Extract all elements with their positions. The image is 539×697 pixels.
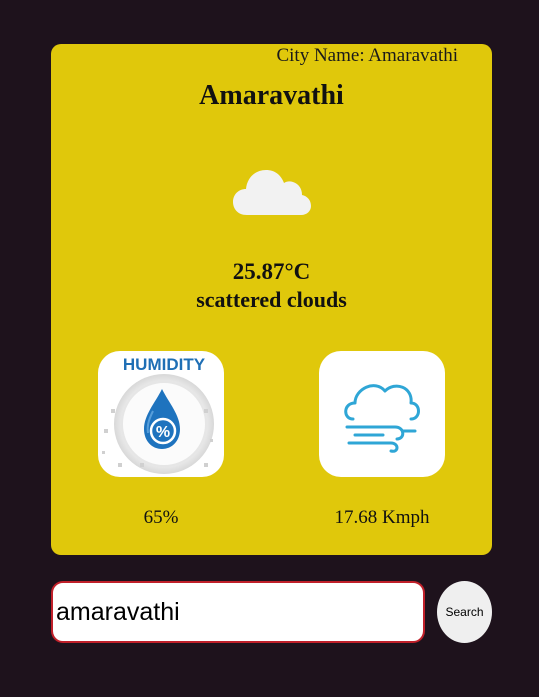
temperature: 25.87°C	[232, 259, 311, 284]
city-title: Amaravathi	[199, 80, 344, 111]
weather-description: scattered clouds	[196, 287, 347, 312]
weather-card: City Name: Amaravathi Amaravathi 25.87°C…	[51, 44, 492, 555]
city-search-input[interactable]	[51, 581, 425, 643]
wind-tile	[319, 351, 445, 477]
humidity-icon: HUMIDITY %	[102, 355, 214, 474]
search-button[interactable]: Search	[437, 581, 492, 643]
humidity-icon-label: HUMIDITY	[123, 355, 206, 374]
humidity-tile: HUMIDITY %	[98, 351, 224, 477]
cloud-icon	[233, 170, 311, 215]
percent-symbol: %	[156, 424, 170, 441]
wind-icon	[344, 384, 420, 453]
humidity-value: 65%	[143, 507, 179, 528]
city-name-label: City Name: Amaravathi	[276, 45, 458, 66]
wind-speed-value: 17.68 Kmph	[334, 507, 430, 528]
